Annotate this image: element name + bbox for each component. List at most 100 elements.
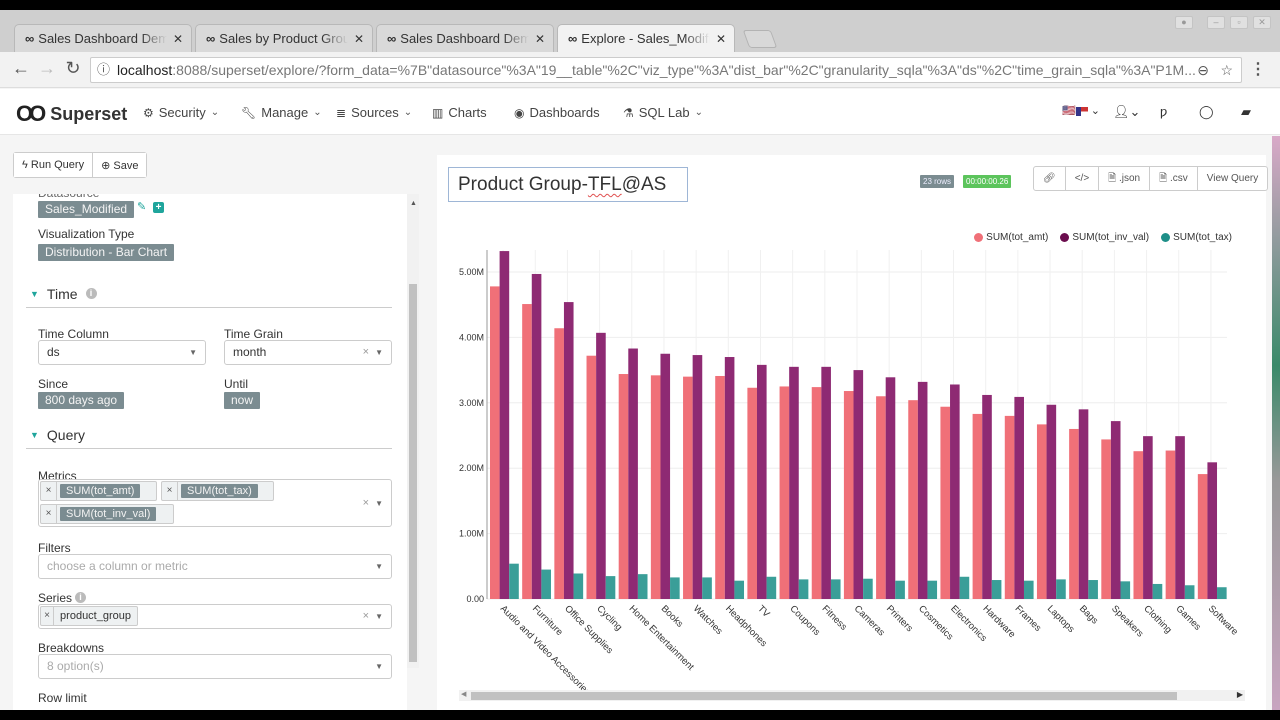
bar bbox=[724, 357, 735, 599]
metric-chip[interactable]: × SUM(tot_amt) bbox=[40, 481, 157, 501]
browser-tab-active[interactable]: ∞ Explore - Sales_Modified ✕ bbox=[557, 24, 735, 52]
legend-item[interactable]: SUM(tot_amt) bbox=[974, 232, 1048, 243]
maximize-button[interactable]: ▫ bbox=[1230, 16, 1248, 29]
site-info-icon[interactable]: ⓘ bbox=[97, 58, 110, 82]
bar bbox=[1046, 404, 1057, 599]
remove-icon[interactable]: × bbox=[41, 482, 57, 500]
nav-manage[interactable]: 🔧︎ Manage ⌄ bbox=[241, 105, 322, 120]
query-section-header[interactable]: ▼ Query bbox=[26, 421, 392, 449]
scroll-up-arrow-icon[interactable]: ▲ bbox=[410, 200, 417, 207]
remove-icon[interactable]: × bbox=[41, 607, 55, 625]
forward-icon[interactable]: → bbox=[35, 58, 59, 79]
bar bbox=[509, 563, 519, 599]
remove-icon[interactable]: × bbox=[162, 482, 178, 500]
nav-sources[interactable]: ≣ Sources ⌄ bbox=[336, 105, 412, 120]
y-tick-label: 5.00M bbox=[459, 267, 484, 277]
info-icon[interactable]: i bbox=[75, 592, 86, 603]
chart-horizontal-scrollbar[interactable]: ◀ ▶ bbox=[459, 690, 1245, 701]
legend-item[interactable]: SUM(tot_inv_val) bbox=[1060, 232, 1149, 243]
remove-icon[interactable]: × bbox=[41, 505, 57, 523]
csv-button[interactable]: 🗎 .csv bbox=[1149, 167, 1197, 190]
nav-label: SQL Lab bbox=[638, 105, 690, 120]
bar bbox=[1207, 462, 1218, 599]
profile-icon[interactable]: ● bbox=[1175, 16, 1193, 29]
browser-menu-icon[interactable]: ⋮ bbox=[1250, 59, 1266, 79]
bar bbox=[1133, 451, 1144, 599]
since-tag[interactable]: 800 days ago bbox=[38, 392, 125, 409]
browser-tab[interactable]: ∞ Sales by Product Group ✕ bbox=[195, 24, 373, 52]
datasource-tag[interactable]: Sales_Modified bbox=[38, 201, 135, 218]
browser-tab[interactable]: ∞ Sales Dashboard Demo ✕ bbox=[14, 24, 192, 52]
documentation-book-icon[interactable]: ▰ bbox=[1241, 104, 1251, 120]
viz-type-tag[interactable]: Distribution - Bar Chart bbox=[38, 244, 175, 261]
controls-scrollbar[interactable]: ▲ bbox=[407, 194, 419, 668]
user-menu-icon[interactable]: 👤︎⌄ bbox=[1113, 104, 1140, 120]
bar bbox=[605, 576, 616, 599]
close-tab-icon[interactable]: ✕ bbox=[354, 32, 364, 46]
json-button[interactable]: 🗎 .json bbox=[1098, 167, 1149, 190]
series-label: Series bbox=[38, 591, 73, 605]
legend-item[interactable]: SUM(tot_tax) bbox=[1161, 232, 1232, 243]
x-tick-label: Games bbox=[1174, 603, 1204, 633]
bar bbox=[895, 580, 905, 599]
until-tag[interactable]: now bbox=[224, 392, 261, 409]
bar bbox=[650, 375, 661, 599]
zoom-icon[interactable]: ⊖ bbox=[1197, 58, 1209, 82]
breakdowns-label: Breakdowns bbox=[38, 641, 105, 655]
tab-strip: ∞ Sales Dashboard Demo ✕ ∞ Sales by Prod… bbox=[0, 10, 1280, 52]
filters-select[interactable]: choose a column or metric ▼ bbox=[38, 554, 392, 579]
legend-dot-icon bbox=[974, 233, 984, 242]
bar bbox=[811, 387, 822, 599]
version-icon[interactable]: ƿ bbox=[1160, 104, 1167, 119]
slice-name-input[interactable]: Product Group-TFL@AS bbox=[448, 167, 688, 202]
back-icon[interactable]: ← bbox=[9, 58, 33, 79]
time-section-header[interactable]: ▼ Time i bbox=[26, 280, 392, 308]
series-chip[interactable]: × product_group bbox=[40, 606, 138, 626]
nav-security[interactable]: ⚙ Security ⌄ bbox=[143, 105, 219, 120]
language-flag-icon[interactable]: 🇺🇸︎ ⌄ bbox=[1062, 104, 1100, 117]
dashboard-icon: ◉ bbox=[514, 105, 525, 120]
chevron-down-icon: ⌄ bbox=[313, 107, 322, 118]
save-button[interactable]: ⊕ Save bbox=[92, 153, 147, 177]
time-grain-select[interactable]: month × ▼ bbox=[224, 340, 392, 365]
bar bbox=[1069, 428, 1079, 599]
bar bbox=[959, 576, 970, 599]
bar bbox=[1120, 581, 1131, 599]
metric-chip[interactable]: × SUM(tot_tax) bbox=[161, 481, 274, 501]
address-bar[interactable]: ⓘ localhost:8088/superset/explore/?form_d… bbox=[90, 57, 1242, 83]
minimize-button[interactable]: – bbox=[1207, 16, 1225, 29]
nav-charts[interactable]: ▥ Charts bbox=[432, 105, 487, 120]
metric-chip[interactable]: × SUM(tot_inv_val) bbox=[40, 504, 174, 524]
embed-button[interactable]: </> bbox=[1064, 167, 1098, 190]
close-window-button[interactable]: ✕ bbox=[1253, 16, 1271, 29]
scroll-left-arrow-icon[interactable]: ◀ bbox=[461, 690, 466, 698]
edit-datasource-icon[interactable]: ✎ bbox=[137, 200, 146, 213]
run-query-button[interactable]: ϟ Run Query bbox=[14, 153, 93, 177]
close-tab-icon[interactable]: ✕ bbox=[173, 32, 183, 46]
close-tab-icon[interactable]: ✕ bbox=[535, 32, 545, 46]
nav-dashboards[interactable]: ◉ Dashboards bbox=[514, 105, 600, 120]
clear-icon[interactable]: × bbox=[363, 341, 369, 364]
close-tab-icon[interactable]: ✕ bbox=[716, 32, 726, 46]
github-icon[interactable]: ◯ bbox=[1199, 104, 1214, 120]
new-tab-button[interactable] bbox=[742, 30, 778, 48]
view-query-button[interactable]: View Query bbox=[1196, 167, 1268, 190]
scroll-right-arrow-icon[interactable]: ▶ bbox=[1237, 690, 1243, 699]
browser-window: ∞ Sales Dashboard Demo ✕ ∞ Sales by Prod… bbox=[0, 10, 1280, 710]
browser-tab[interactable]: ∞ Sales Dashboard Demo ✕ bbox=[376, 24, 554, 52]
info-icon[interactable]: i bbox=[85, 288, 97, 299]
clear-icon[interactable]: × bbox=[363, 605, 369, 628]
brand[interactable]: OO Superset bbox=[16, 101, 127, 127]
add-datasource-icon[interactable]: + bbox=[153, 202, 164, 213]
scrollbar-thumb[interactable] bbox=[409, 284, 417, 662]
reload-icon[interactable]: ↻ bbox=[61, 58, 85, 79]
bookmark-star-icon[interactable]: ☆ bbox=[1220, 58, 1233, 82]
link-button[interactable]: 🔗︎ bbox=[1034, 167, 1065, 190]
time-column-select[interactable]: ds ▼ bbox=[38, 340, 206, 365]
scrollbar-thumb[interactable] bbox=[471, 692, 1177, 700]
clear-icon[interactable]: × bbox=[363, 492, 369, 515]
nav-label: Security bbox=[158, 105, 206, 120]
breakdowns-select[interactable]: 8 option(s) ▼ bbox=[38, 654, 392, 679]
bar bbox=[1197, 474, 1208, 599]
nav-sql-lab[interactable]: ⚗ SQL Lab ⌄ bbox=[623, 105, 703, 120]
